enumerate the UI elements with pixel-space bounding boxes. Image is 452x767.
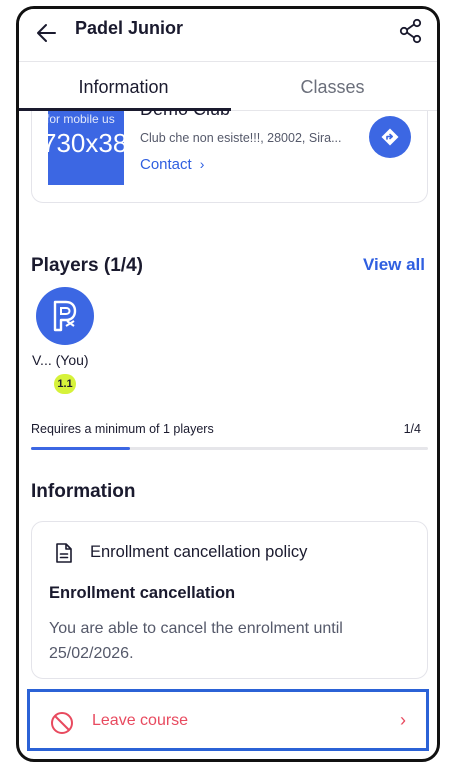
policy-heading: Enrollment cancellation policy [90, 543, 308, 561]
share-icon [399, 18, 422, 44]
club-card[interactable]: for mobile us 730x38 Demo Club Club che … [31, 111, 428, 203]
policy-subtitle: Enrollment cancellation [49, 584, 236, 602]
club-image-placeholder-big: 730x38 [48, 128, 124, 158]
tab-bar: Information Classes [19, 61, 437, 111]
tab-classes[interactable]: Classes [228, 62, 437, 112]
document-icon [56, 543, 72, 563]
phone-frame: Padel Junior Information Classes for mob… [16, 6, 440, 762]
tab-information[interactable]: Information [19, 62, 228, 112]
leave-course-button[interactable]: Leave course › [27, 689, 429, 751]
policy-text: You are able to cancel the enrolment unt… [49, 620, 343, 662]
contact-label: Contact [140, 156, 192, 173]
club-image-placeholder-small: for mobile us [48, 112, 115, 126]
chevron-right-icon: › [199, 156, 205, 172]
directions-icon [381, 128, 399, 146]
player-name: V... (You) [32, 352, 89, 368]
players-progress-bar [31, 447, 428, 450]
block-icon [51, 712, 73, 734]
active-tab-indicator [19, 108, 231, 111]
player-logo-icon [53, 300, 77, 332]
cancellation-policy-card: Enrollment cancellation policy Enrollmen… [31, 521, 428, 679]
chevron-right-icon: › [400, 710, 406, 730]
requires-minimum-text: Requires a minimum of 1 players [31, 422, 214, 436]
club-name: Demo Club [140, 111, 230, 120]
level-badge: 1.1 [54, 374, 76, 394]
information-heading: Information [31, 481, 136, 502]
page-title: Padel Junior [75, 18, 184, 38]
directions-button[interactable] [369, 116, 411, 158]
club-image: for mobile us 730x38 [48, 111, 124, 185]
club-address: Club che non esiste!!!, 28002, Sira... [140, 131, 342, 145]
players-heading: Players (1/4) [31, 255, 143, 276]
app-header: Padel Junior [19, 9, 437, 61]
players-count: 1/4 [403, 422, 421, 436]
view-all-link[interactable]: View all [363, 255, 425, 275]
scroll-content[interactable]: for mobile us 730x38 Demo Club Club che … [19, 111, 437, 759]
back-button[interactable] [33, 19, 61, 47]
players-progress-fill [31, 447, 131, 450]
arrow-left-icon [37, 24, 56, 42]
player-avatar[interactable] [36, 287, 94, 345]
contact-link[interactable]: Contact › [140, 156, 204, 173]
leave-course-label: Leave course [92, 712, 189, 729]
share-button[interactable] [397, 17, 425, 45]
